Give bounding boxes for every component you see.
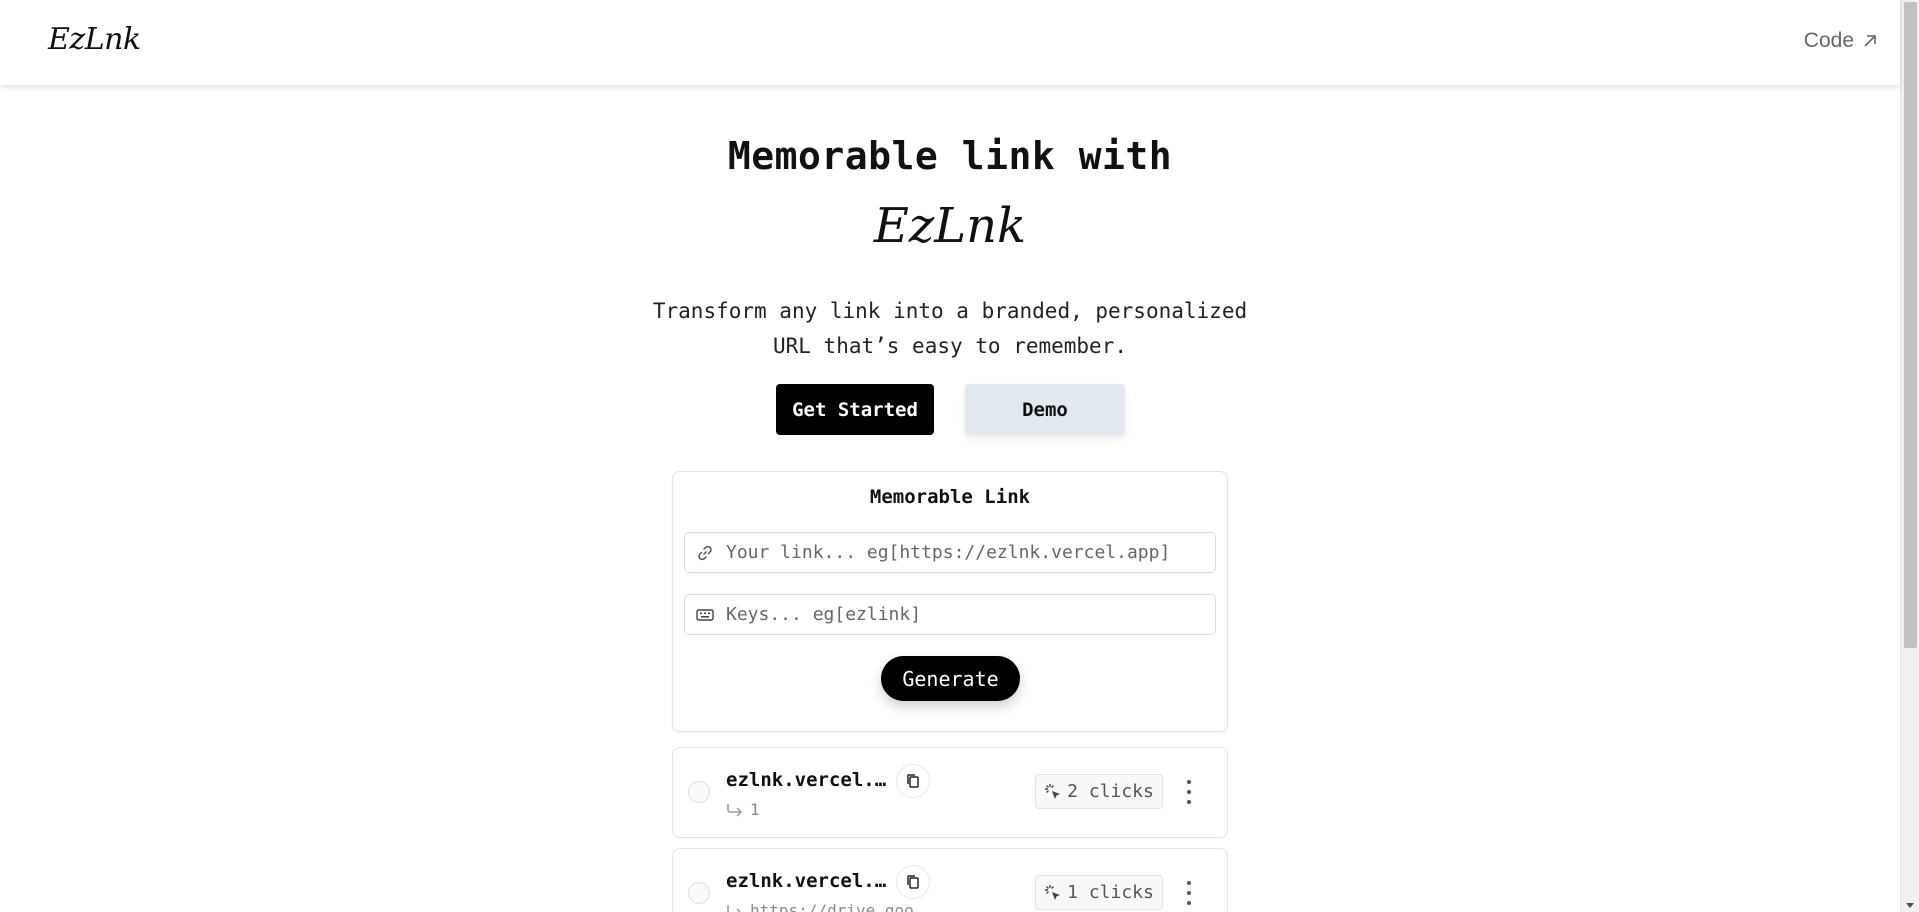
form-title: Memorable Link [869, 486, 1031, 508]
redirect-target-text: https://drive.goo… [750, 901, 924, 912]
scroll-down-arrow-icon[interactable] [1906, 903, 1914, 908]
top-navbar: EzLnk Code [0, 0, 1900, 85]
generate-button[interactable]: Generate [881, 656, 1020, 701]
keys-field[interactable] [684, 594, 1216, 635]
copy-button[interactable] [896, 865, 930, 899]
link-list-item[interactable]: ezlnk.vercel.… 1 2 clicks [672, 747, 1228, 838]
pointer-click-icon [1045, 783, 1061, 799]
redirect-target-text: 1 [750, 800, 760, 819]
redirect-target: https://drive.goo… [726, 901, 923, 912]
clicks-count: 2 clicks [1067, 781, 1154, 802]
get-started-button[interactable]: Get Started [776, 384, 934, 435]
copy-button[interactable] [896, 764, 930, 798]
hero-title: Memorable link with [727, 134, 1173, 178]
pointer-click-icon [1045, 884, 1061, 900]
clicks-badge: 1 clicks [1035, 875, 1163, 910]
keys-input[interactable] [726, 604, 1215, 625]
page: EzLnk Code Memorable link with EzLnk Tra… [0, 0, 1919, 912]
code-link[interactable]: Code [1804, 29, 1878, 53]
select-radio[interactable] [688, 882, 710, 904]
corner-down-right-icon [727, 904, 742, 912]
hero-subtitle-line2: URL that’s easy to remember. [772, 334, 1127, 358]
link-list-item[interactable]: ezlnk.vercel.… https://drive.goo… 1 clic… [672, 848, 1228, 912]
link-field[interactable] [684, 532, 1216, 573]
kebab-menu-icon[interactable] [1181, 881, 1197, 905]
vertical-scrollbar[interactable] [1900, 0, 1919, 912]
link-form-card: Memorable Link Your link... eg[https://e… [672, 471, 1228, 732]
arrow-up-right-icon [1864, 35, 1876, 47]
copy-icon [907, 774, 919, 788]
corner-down-right-icon [727, 803, 743, 817]
clicks-badge: 2 clicks [1035, 774, 1163, 809]
logo[interactable]: EzLnk [48, 22, 141, 57]
hero-subtitle-line1: Transform any link into a branded, perso… [652, 299, 1248, 323]
short-link[interactable]: ezlnk.vercel.… [726, 769, 896, 791]
hero-subtitle: Transform any link into a branded, perso… [0, 294, 1900, 364]
redirect-target: 1 [726, 800, 760, 819]
select-radio[interactable] [688, 781, 710, 803]
link-icon [696, 544, 714, 562]
clicks-count: 1 clicks [1067, 882, 1154, 903]
link-input[interactable] [726, 542, 1215, 563]
code-link-label: Code [1803, 29, 1854, 52]
short-link[interactable]: ezlnk.vercel.… [726, 870, 896, 892]
demo-button[interactable]: Demo [965, 384, 1125, 435]
keyboard-icon [696, 606, 714, 624]
kebab-menu-icon[interactable] [1181, 780, 1197, 804]
hero-brand: EzLnk [873, 198, 1027, 254]
scrollbar-thumb[interactable] [1904, 2, 1917, 648]
copy-icon [907, 875, 919, 889]
